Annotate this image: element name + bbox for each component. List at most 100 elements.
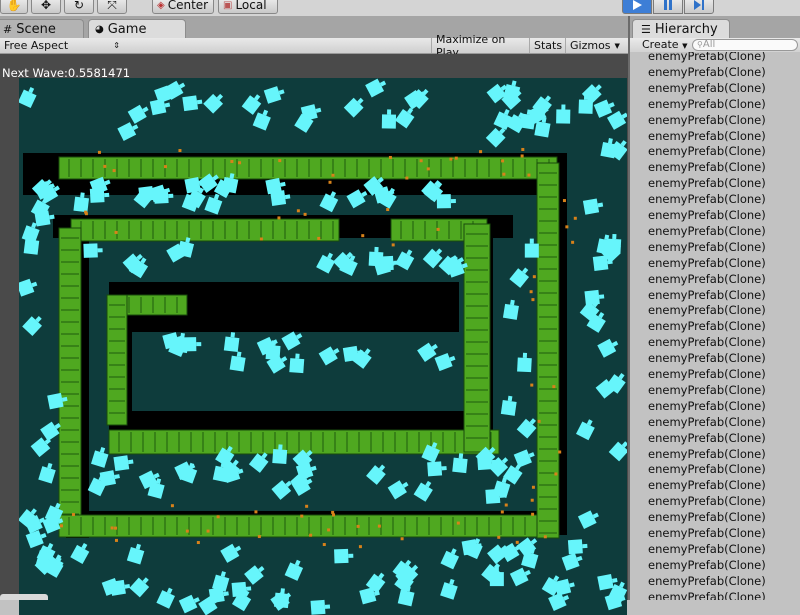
bullet — [358, 545, 362, 549]
hierarchy-item[interactable]: enemyPrefab(Clone) — [648, 446, 766, 462]
maximize-on-play-toggle[interactable]: Maximize on Play — [431, 33, 529, 59]
bottom-panel-tab[interactable] — [0, 594, 48, 600]
bullet — [71, 513, 75, 517]
hierarchy-item[interactable]: enemyPrefab(Clone) — [648, 112, 766, 128]
hierarchy-item[interactable]: enemyPrefab(Clone) — [648, 52, 766, 64]
bullet — [543, 535, 547, 539]
bullet — [112, 169, 116, 173]
space-label: Local — [235, 0, 267, 12]
hierarchy-item[interactable]: enemyPrefab(Clone) — [648, 350, 766, 366]
hierarchy-item[interactable]: enemyPrefab(Clone) — [648, 96, 766, 112]
hand-tool-button[interactable]: ✋ — [0, 0, 28, 14]
hierarchy-item[interactable]: enemyPrefab(Clone) — [648, 64, 766, 80]
create-dropdown[interactable]: Create ▼ — [642, 38, 687, 52]
game-viewport[interactable]: Next Wave:0.5581471 — [0, 54, 628, 615]
hierarchy-item[interactable]: enemyPrefab(Clone) — [648, 477, 766, 493]
scene-game-tabbar: # Scene ◕ Game — [0, 16, 630, 38]
hierarchy-item[interactable]: enemyPrefab(Clone) — [648, 191, 766, 207]
bullet — [259, 237, 263, 241]
hierarchy-item[interactable]: enemyPrefab(Clone) — [648, 493, 766, 509]
hierarchy-item[interactable]: enemyPrefab(Clone) — [648, 509, 766, 525]
game-view-toolbar: Free Aspect ⇕ Maximize on Play Stats Giz… — [0, 33, 630, 59]
hierarchy-item[interactable]: enemyPrefab(Clone) — [648, 318, 766, 334]
hierarchy-item[interactable]: enemyPrefab(Clone) — [648, 302, 766, 318]
rotate-tool-button[interactable]: ↻ — [64, 0, 94, 14]
hierarchy-item[interactable]: enemyPrefab(Clone) — [648, 175, 766, 191]
bullet — [400, 537, 404, 541]
scale-tool-button[interactable]: ⤧ — [97, 0, 127, 14]
step-button[interactable] — [684, 0, 714, 14]
aspect-dropdown[interactable]: Free Aspect ⇕ — [0, 38, 124, 53]
bullet — [558, 450, 562, 454]
pivot-toggle-button[interactable]: ◈ Center — [152, 0, 214, 14]
bullet — [163, 165, 167, 169]
bullet — [405, 176, 409, 180]
chevron-down-icon: ▼ — [614, 41, 620, 50]
tab-hierarchy-label: Hierarchy — [654, 21, 718, 37]
tab-hierarchy[interactable]: ☰ Hierarchy — [632, 19, 730, 38]
bullet — [386, 208, 390, 212]
bullet — [565, 225, 569, 229]
hierarchy-item[interactable]: enemyPrefab(Clone) — [648, 271, 766, 287]
center-pivot-icon: ◈ — [157, 0, 165, 11]
bullet — [530, 383, 534, 387]
hierarchy-item[interactable]: enemyPrefab(Clone) — [648, 414, 766, 430]
pause-button[interactable] — [653, 0, 683, 14]
hierarchy-search-field[interactable]: ⚲All — [692, 39, 798, 51]
bullet — [554, 472, 558, 476]
bullet — [230, 159, 234, 163]
space-toggle-button[interactable]: ▣ Local — [218, 0, 278, 14]
hierarchy-list[interactable]: enemyPrefab(Clone) enemyPrefab(Clone) enem… — [630, 52, 800, 600]
move-tool-button[interactable]: ✥ — [31, 0, 61, 14]
hierarchy-item[interactable]: enemyPrefab(Clone) — [648, 589, 766, 600]
hierarchy-item[interactable]: enemyPrefab(Clone) — [648, 143, 766, 159]
bullet — [277, 216, 281, 220]
tab-scene[interactable]: # Scene — [0, 19, 84, 38]
bullet — [515, 540, 519, 544]
bullet — [449, 157, 453, 161]
hierarchy-item[interactable]: enemyPrefab(Clone) — [648, 382, 766, 398]
bullet — [114, 230, 118, 234]
hierarchy-item[interactable]: enemyPrefab(Clone) — [648, 223, 766, 239]
bullet — [303, 212, 307, 216]
hand-icon: ✋ — [6, 0, 22, 12]
bullet — [97, 150, 101, 154]
hierarchy-item[interactable]: enemyPrefab(Clone) — [648, 80, 766, 96]
bullet — [436, 227, 440, 231]
hierarchy-item[interactable]: enemyPrefab(Clone) — [648, 239, 766, 255]
play-button[interactable] — [622, 0, 652, 14]
tab-game[interactable]: ◕ Game — [88, 19, 186, 38]
hierarchy-item[interactable]: enemyPrefab(Clone) — [648, 128, 766, 144]
bullet — [356, 524, 360, 528]
hierarchy-item[interactable]: enemyPrefab(Clone) — [648, 255, 766, 271]
hierarchy-item[interactable]: enemyPrefab(Clone) — [648, 287, 766, 303]
hierarchy-item[interactable]: enemyPrefab(Clone) — [648, 398, 766, 414]
tab-game-label: Game — [107, 21, 147, 37]
hierarchy-item[interactable]: enemyPrefab(Clone) — [648, 159, 766, 175]
bullet — [114, 526, 118, 530]
stats-toggle[interactable]: Stats — [529, 38, 565, 53]
hierarchy-item[interactable]: enemyPrefab(Clone) — [648, 573, 766, 589]
bullet — [257, 535, 261, 539]
hierarchy-item[interactable]: enemyPrefab(Clone) — [648, 541, 766, 557]
bullet — [454, 156, 458, 160]
bullet — [328, 180, 332, 184]
chevron-down-icon: ▼ — [682, 42, 688, 50]
gizmos-dropdown[interactable]: Gizmos ▼ — [565, 38, 625, 53]
hierarchy-item[interactable]: enemyPrefab(Clone) — [648, 366, 766, 382]
hierarchy-item[interactable]: enemyPrefab(Clone) — [648, 525, 766, 541]
hierarchy-item[interactable]: enemyPrefab(Clone) — [648, 334, 766, 350]
next-wave-label: Next Wave:0.5581471 — [2, 66, 131, 80]
bullet — [502, 172, 506, 176]
game-canvas[interactable] — [19, 78, 627, 615]
hierarchy-item[interactable]: enemyPrefab(Clone) — [648, 430, 766, 446]
hierarchy-item[interactable]: enemyPrefab(Clone) — [648, 207, 766, 223]
bullet — [527, 173, 531, 177]
hierarchy-item[interactable]: enemyPrefab(Clone) — [648, 461, 766, 477]
hierarchy-toolbar: Create ▼ ⚲All — [630, 38, 800, 52]
bullet — [521, 147, 525, 151]
hierarchy-item[interactable]: enemyPrefab(Clone) — [648, 557, 766, 573]
create-label: Create — [642, 38, 679, 51]
hierarchy-tabbar: ☰ Hierarchy — [630, 16, 800, 38]
main-toolbar: ✋ ✥ ↻ ⤧ ◈ Center ▣ Local — [0, 0, 800, 16]
